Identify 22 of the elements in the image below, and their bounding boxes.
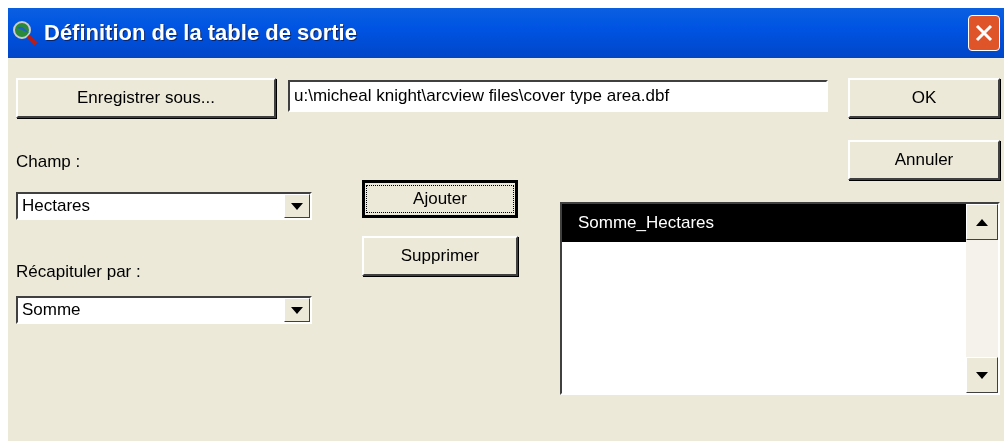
scroll-up-button[interactable] (966, 204, 998, 240)
scroll-down-button[interactable] (966, 357, 998, 393)
globe-magnifier-icon (12, 20, 38, 46)
scrollbar[interactable] (966, 204, 998, 393)
remove-button[interactable]: Supprimer (362, 236, 518, 276)
dropdown-arrow-icon (291, 202, 303, 210)
save-as-button[interactable]: Enregistrer sous... (16, 78, 276, 118)
field-label: Champ : (16, 152, 82, 172)
ok-button[interactable]: OK (848, 78, 1000, 118)
dropdown-arrow-icon (291, 306, 303, 314)
output-path-field[interactable]: u:\micheal knight\arcview files\cover type area.dbf (288, 80, 828, 112)
add-button[interactable]: Ajouter (362, 180, 518, 218)
close-button[interactable] (968, 15, 1000, 51)
up-arrow-icon (976, 218, 988, 226)
list-item[interactable]: Somme_Hectares (562, 204, 966, 242)
window-title: Définition de la table de sortie (44, 20, 358, 46)
down-arrow-icon (976, 371, 988, 379)
summarize-label: Récapituler par : (16, 262, 142, 282)
cancel-button[interactable]: Annuler (848, 140, 1000, 180)
close-icon (974, 23, 994, 43)
summarize-dropdown[interactable]: Somme (16, 296, 312, 324)
field-dropdown[interactable]: Hectares (16, 192, 312, 220)
